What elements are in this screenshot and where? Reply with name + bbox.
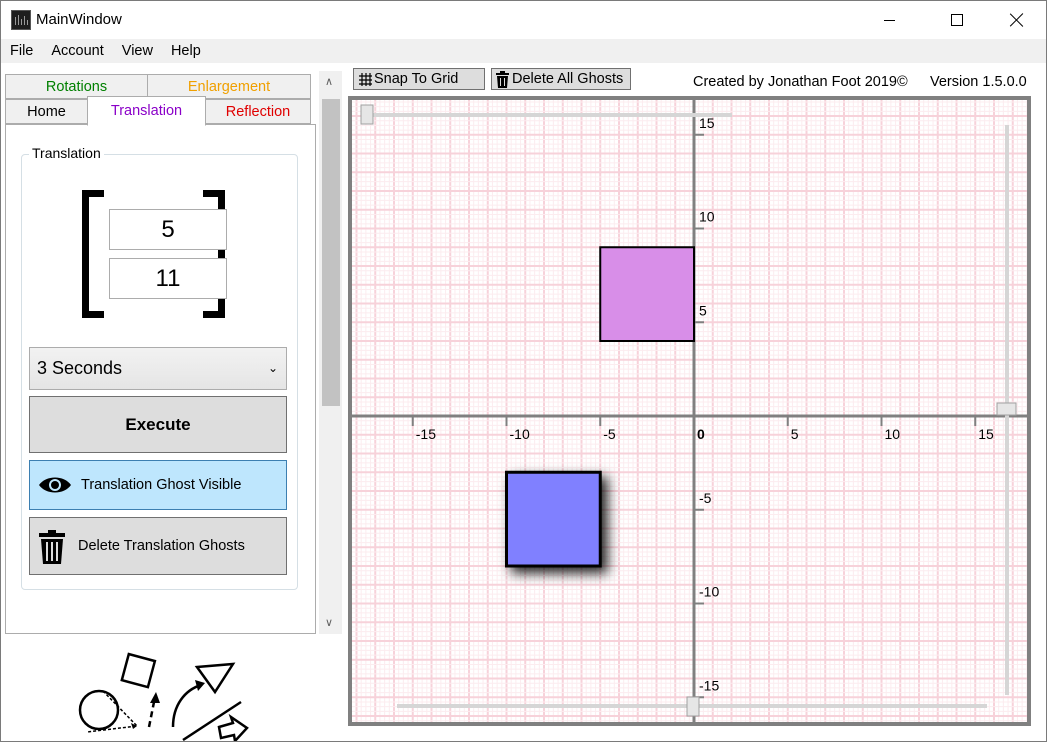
delete-all-ghosts-button[interactable]: Delete All Ghosts <box>491 68 631 90</box>
menu-bar: File Account View Help <box>1 39 1046 63</box>
menu-help[interactable]: Help <box>162 39 210 63</box>
blue-square[interactable] <box>505 470 602 568</box>
translation-groupbox: Translation 5 11 3 Seconds ⌄ Execute Tra… <box>21 145 298 590</box>
tab-home[interactable]: Home <box>5 99 88 124</box>
duration-value: 3 Seconds <box>37 358 123 378</box>
menu-file[interactable]: File <box>1 39 42 63</box>
horizontal-slider-thumb[interactable] <box>686 696 700 717</box>
transformations-logo <box>78 652 249 741</box>
grid-icon <box>359 72 372 86</box>
coordinate-canvas[interactable]: -15 -10 -5 0 5 10 15 15 10 5 -5 -10 -15 <box>348 96 1031 726</box>
execute-label: Execute <box>125 414 191 434</box>
maximize-button[interactable] <box>934 1 980 39</box>
window-title: MainWindow <box>36 11 122 28</box>
snap-to-grid-label: Snap To Grid <box>374 71 459 87</box>
y-tick-label: 15 <box>699 115 715 131</box>
trash-icon <box>496 70 509 88</box>
x-tick-label: 15 <box>978 426 994 442</box>
delete-all-ghosts-label: Delete All Ghosts <box>512 71 624 87</box>
app-icon <box>11 10 31 30</box>
credit-text: Created by Jonathan Foot 2019© <box>693 74 908 90</box>
scroll-thumb[interactable] <box>322 99 340 406</box>
zoom-slider-thumb[interactable] <box>360 104 374 125</box>
ghost-visible-label: Translation Ghost Visible <box>81 477 242 493</box>
scroll-up-icon[interactable]: ∧ <box>325 75 333 88</box>
translation-tab-content: Translation 5 11 3 Seconds ⌄ Execute Tra… <box>5 124 316 634</box>
y-tick-label: 10 <box>699 209 715 225</box>
x-tick-label: -15 <box>416 426 436 442</box>
maximize-icon <box>951 14 963 26</box>
ghost-square[interactable] <box>599 246 695 342</box>
duration-dropdown[interactable]: 3 Seconds ⌄ <box>29 347 287 390</box>
tab-translation[interactable]: Translation <box>87 96 206 126</box>
menu-account[interactable]: Account <box>42 39 112 63</box>
x-tick-label: -10 <box>510 426 530 442</box>
y-tick-label: 5 <box>699 302 707 318</box>
x-tick-label: -5 <box>603 426 616 442</box>
minimize-icon <box>883 19 895 21</box>
delete-ghosts-label: Delete Translation Ghosts <box>78 538 245 554</box>
vector-x-input[interactable]: 5 <box>109 209 227 250</box>
left-scrollbar[interactable]: ∧ ∨ <box>319 71 342 634</box>
scroll-down-icon[interactable]: ∨ <box>325 616 333 629</box>
vertical-slider-thumb[interactable] <box>996 402 1017 416</box>
eye-icon <box>39 477 71 493</box>
x-tick-label: 5 <box>791 426 799 442</box>
x-tick-label: 0 <box>697 426 705 442</box>
left-bracket <box>82 190 104 318</box>
main-window: MainWindow File Account View Help Rotati… <box>0 0 1047 742</box>
close-icon <box>1010 13 1024 27</box>
execute-button[interactable]: Execute <box>29 396 287 453</box>
vector-y-input[interactable]: 11 <box>109 258 227 299</box>
left-panel: Rotations Enlargement Home Reflection Tr… <box>1 63 342 741</box>
trash-icon <box>39 530 65 564</box>
coordinate-grid[interactable]: -15 -10 -5 0 5 10 15 15 10 5 -5 -10 -15 <box>352 100 1027 722</box>
snap-to-grid-button[interactable]: Snap To Grid <box>353 68 485 90</box>
close-button[interactable] <box>994 1 1040 39</box>
y-tick-label: -15 <box>699 677 719 693</box>
tab-reflection[interactable]: Reflection <box>205 99 311 124</box>
version-text: Version 1.5.0.0 <box>930 74 1027 90</box>
groupbox-title: Translation <box>29 145 104 161</box>
title-bar[interactable]: MainWindow <box>1 1 1046 39</box>
x-tick-label: 10 <box>885 426 901 442</box>
ghost-visible-toggle[interactable]: Translation Ghost Visible <box>29 460 287 510</box>
chevron-down-icon: ⌄ <box>267 361 278 375</box>
menu-view[interactable]: View <box>113 39 162 63</box>
y-tick-label: -5 <box>699 490 712 506</box>
delete-translation-ghosts-button[interactable]: Delete Translation Ghosts <box>29 517 287 575</box>
minimize-button[interactable] <box>866 1 912 39</box>
y-tick-label: -10 <box>699 584 719 600</box>
